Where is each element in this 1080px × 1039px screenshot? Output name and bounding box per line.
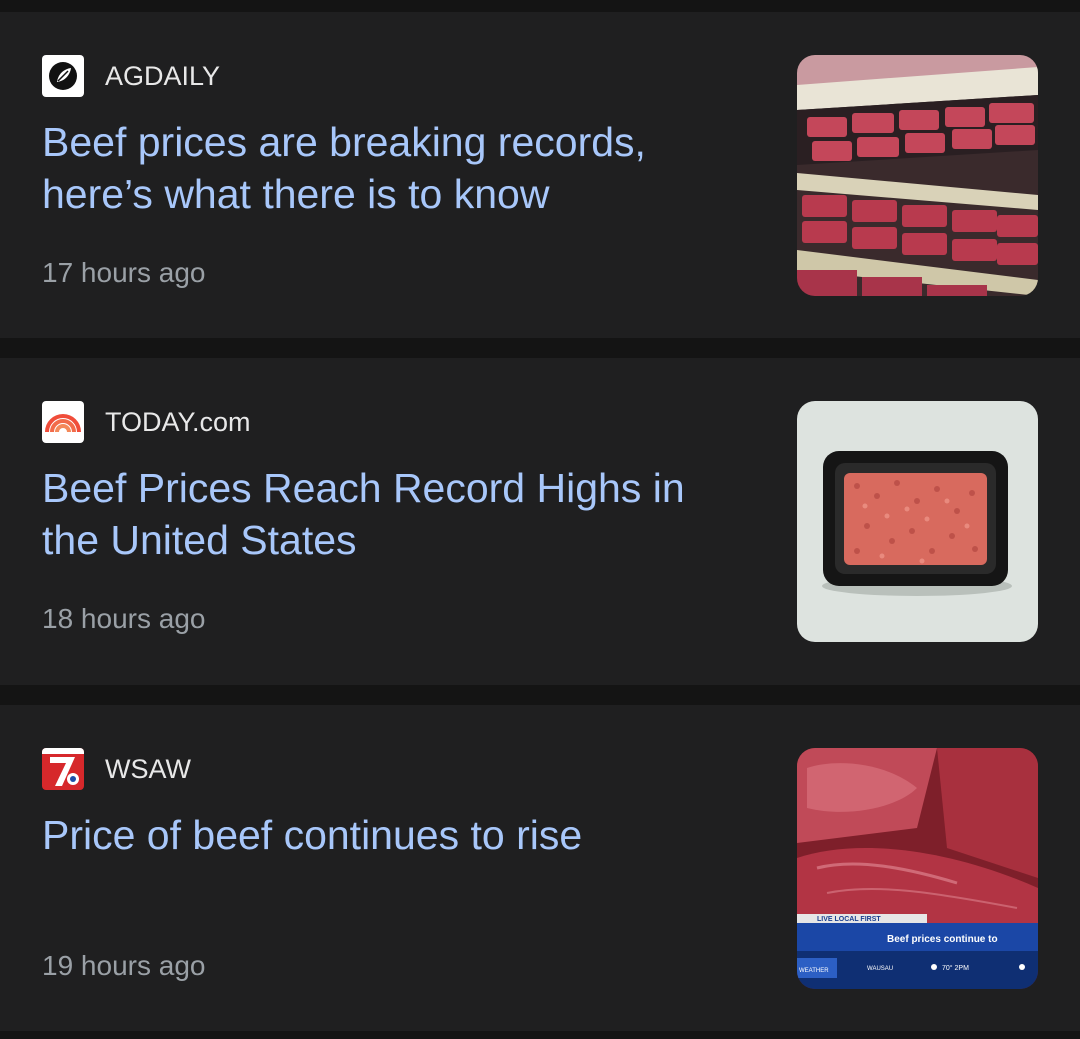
timestamp: 19 hours ago bbox=[42, 950, 206, 981]
source-name: TODAY.com bbox=[105, 407, 251, 437]
raw-steak-news-image[interactable]: LIVE LOCAL FIRST Beef prices continue to… bbox=[797, 748, 1038, 989]
ticker-city: WAUSAU bbox=[867, 966, 893, 972]
ticker-caption: Beef prices continue to bbox=[887, 934, 998, 945]
wsaw-7-logo-icon bbox=[42, 748, 84, 790]
today-rainbow-logo-icon bbox=[42, 401, 84, 443]
headline-link[interactable]: Beef Prices Reach Record Highs in the Un… bbox=[42, 462, 742, 566]
headline-link[interactable]: Beef prices are breaking records, here’s… bbox=[42, 116, 742, 220]
timestamp: 18 hours ago bbox=[42, 603, 206, 634]
ticker-tag: LIVE LOCAL FIRST bbox=[817, 916, 881, 923]
source-name: AGDAILY bbox=[105, 61, 221, 91]
ground-beef-tray-image[interactable] bbox=[797, 401, 1038, 642]
timestamp: 17 hours ago bbox=[42, 257, 206, 288]
news-card-today[interactable]: TODAY.com Beef Prices Reach Record Highs… bbox=[0, 358, 1080, 685]
news-card-wsaw[interactable]: WSAW Price of beef continues to rise 19 … bbox=[0, 705, 1080, 1031]
agdaily-logo-icon bbox=[42, 55, 84, 97]
news-feed: AGDAILY Beef prices are breaking records… bbox=[0, 0, 1080, 1039]
news-card-agdaily[interactable]: AGDAILY Beef prices are breaking records… bbox=[0, 12, 1080, 338]
ticker-weather-label: WEATHER bbox=[799, 968, 829, 974]
ticker-temp: 70° 2PM bbox=[942, 964, 969, 972]
source-name: WSAW bbox=[105, 754, 191, 784]
meat-shelves-image[interactable] bbox=[797, 55, 1038, 296]
headline-link[interactable]: Price of beef continues to rise bbox=[42, 809, 742, 861]
